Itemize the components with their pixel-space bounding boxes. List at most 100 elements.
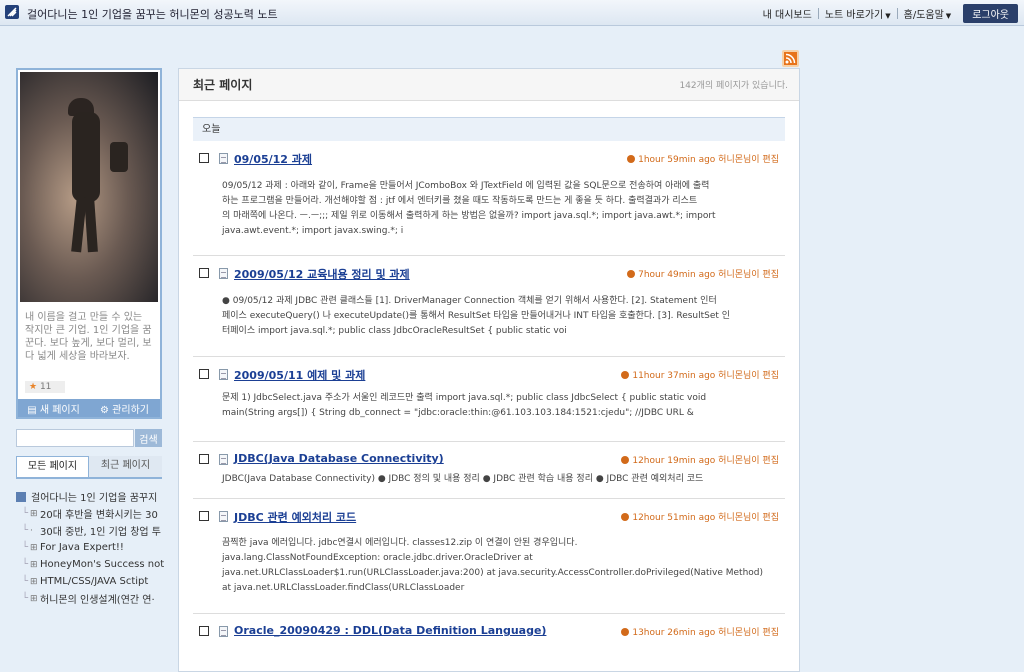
- new-page-button[interactable]: ▤ 새 페이지: [18, 401, 89, 416]
- tree-node[interactable]: └ ⊞ 허니몬의 인생설계(연간 연·: [16, 590, 166, 607]
- search-row: 검색: [16, 429, 162, 447]
- page-entry: 2009/05/12 교육내용 정리 및 과제 7hour 49min ago …: [193, 256, 785, 357]
- tab-recent-pages[interactable]: 최근 페이지: [89, 456, 162, 477]
- entry-excerpt: 끔찍한 java 에러입니다. jdbc연결시 에러입니다. classes12…: [222, 536, 777, 596]
- clock-icon: [621, 456, 630, 464]
- star-icon: ★: [29, 382, 38, 392]
- entry-checkbox[interactable]: [199, 153, 209, 163]
- expand-icon[interactable]: ⊞: [30, 560, 38, 570]
- logo-icon[interactable]: [5, 5, 19, 19]
- expand-icon[interactable]: ⊞: [30, 594, 38, 604]
- excerpt-line: at java.net.URLClassLoader.findClass(URL…: [222, 583, 465, 593]
- expand-icon[interactable]: ⊞: [30, 509, 38, 519]
- clock-icon: [621, 371, 630, 379]
- entry-excerpt: 문제 1) JdbcSelect.java 주소가 서울인 레코드만 출력 im…: [222, 391, 777, 421]
- entry-excerpt: ● 09/05/12 과제 JDBC 관련 클래스들 [1]. DriverMa…: [222, 294, 777, 339]
- entry-title-link[interactable]: 09/05/12 과제: [234, 151, 312, 167]
- entry-title-link[interactable]: JDBC(Java Database Connectivity): [234, 452, 444, 465]
- entry-title-link[interactable]: 2009/05/12 교육내용 정리 및 과제: [234, 266, 410, 282]
- home-help-menu[interactable]: 홈/도움말 ▼: [898, 6, 958, 21]
- clock-icon: [627, 270, 636, 278]
- photo-shadow: [110, 142, 128, 172]
- home-icon: [16, 491, 26, 502]
- entry-meta: 13hour 26min ago 허니몬님이 편집: [621, 625, 779, 638]
- entry-meta-text: 13hour 26min ago 허니몬님이 편집: [632, 628, 779, 638]
- entry-meta: 12hour 51min ago 허니몬님이 편집: [621, 510, 779, 523]
- entry-meta-text: 12hour 19min ago 허니몬님이 편집: [632, 456, 779, 466]
- rss-feed-icon[interactable]: [782, 50, 799, 67]
- entry-checkbox[interactable]: [199, 626, 209, 636]
- entry-excerpt: JDBC(Java Database Connectivity) ● JDBC …: [222, 472, 777, 487]
- document-icon: [219, 369, 228, 380]
- main-header: 최근 페이지 142개의 페이지가 있습니다.: [179, 69, 799, 101]
- day-header: 오늘: [193, 117, 785, 141]
- expand-icon[interactable]: ⊞: [30, 543, 38, 553]
- logout-button[interactable]: 로그아웃: [963, 4, 1018, 23]
- rating-badge[interactable]: ★ 11: [25, 381, 66, 393]
- tree-line: └: [22, 559, 29, 570]
- entry-meta-text: 11hour 37min ago 허니몬님이 편집: [632, 371, 779, 381]
- excerpt-line: 끔찍한 java 에러입니다. jdbc연결시 에러입니다. classes12…: [222, 538, 578, 548]
- tree-node[interactable]: └ · 30대 중반, 1인 기업 창업 투: [16, 522, 166, 539]
- excerpt-line: java.net.URLClassLoader$1.run(URLClassLo…: [222, 568, 764, 578]
- document-icon: [219, 268, 228, 279]
- document-icon: [219, 153, 228, 164]
- manage-button[interactable]: ⚙ 관리하기: [89, 401, 160, 416]
- tree-line: └: [22, 593, 29, 604]
- excerpt-line: main(String args[]) { String db_connect …: [222, 408, 694, 418]
- search-input[interactable]: [16, 429, 134, 447]
- entry-checkbox[interactable]: [199, 454, 209, 464]
- search-button[interactable]: 검색: [135, 429, 162, 447]
- tree-node-label: HoneyMon's Success not: [40, 559, 165, 570]
- entry-title-link[interactable]: Oracle_20090429 : DDL(Data Definition La…: [234, 624, 546, 637]
- tree-line: └: [22, 508, 29, 519]
- excerpt-line: 하는 프로그램을 만들어라. 개선해야할 점 : jtf 에서 엔터키를 쳤을 …: [222, 196, 698, 206]
- tree-node[interactable]: └ ⊞ HoneyMon's Success not: [16, 556, 166, 573]
- page-count: 142개의 페이지가 있습니다.: [679, 81, 788, 91]
- excerpt-line: java.lang.ClassNotFoundException: oracle…: [222, 553, 533, 563]
- tree-node-label: 허니몬의 인생설계(연간 연·: [40, 595, 155, 606]
- leaf-icon: ·: [30, 525, 33, 536]
- tree-root-label: 걸어다니는 1인 기업을 꿈꾸지: [31, 493, 158, 504]
- excerpt-line: 09/05/12 과제 : 아래와 같이, Frame을 만들어서 JCombo…: [222, 181, 710, 191]
- new-page-icon: ▤: [27, 404, 37, 416]
- excerpt-line: 페이스 executeQuery() 나 executeUpdate()를 통해…: [222, 311, 731, 321]
- tree-node[interactable]: └ ⊞ For Java Expert!!: [16, 539, 166, 556]
- home-help-label: 홈/도움말: [903, 10, 944, 21]
- app-title[interactable]: 걸어다니는 1인 기업을 꿈꾸는 허니몬의 성공노력 노트: [27, 6, 278, 22]
- expand-icon[interactable]: ⊞: [30, 577, 38, 587]
- note-shortcut-label: 노트 바로가기: [824, 10, 884, 21]
- excerpt-line: ● 09/05/12 과제 JDBC 관련 클래스들 [1]. DriverMa…: [222, 296, 717, 306]
- note-shortcut-menu[interactable]: 노트 바로가기 ▼: [819, 6, 897, 21]
- photo-shadow: [72, 112, 100, 202]
- gear-icon: ⚙: [100, 404, 109, 416]
- profile-bio: 내 이름을 걸고 만들 수 있는 작지만 큰 기업. 1인 기업을 꿈꾼다. 보…: [25, 312, 152, 362]
- entry-checkbox[interactable]: [199, 268, 209, 278]
- tree-line: └: [22, 542, 29, 553]
- tree-node-label: For Java Expert!!: [40, 542, 124, 553]
- tree-root[interactable]: 걸어다니는 1인 기업을 꿈꾸지: [16, 488, 166, 505]
- entry-checkbox[interactable]: [199, 369, 209, 379]
- tab-all-pages[interactable]: 모든 페이지: [16, 456, 89, 477]
- chevron-down-icon: ▼: [885, 12, 891, 20]
- tree-node-label: 20대 후반을 변화시키는 30: [40, 510, 158, 521]
- entry-checkbox[interactable]: [199, 511, 209, 521]
- entry-excerpt: 09/05/12 과제 : 아래와 같이, Frame을 만들어서 JCombo…: [222, 179, 777, 239]
- excerpt-line: 문제 1) JdbcSelect.java 주소가 서울인 레코드만 출력 im…: [222, 393, 707, 403]
- chevron-down-icon: ▼: [945, 12, 952, 20]
- page-entry: JDBC 관련 예외처리 코드 12hour 51min ago 허니몬님이 편…: [193, 499, 785, 614]
- entry-title-link[interactable]: JDBC 관련 예외처리 코드: [234, 509, 356, 525]
- page-entry: JDBC(Java Database Connectivity) 12hour …: [193, 442, 785, 499]
- dashboard-link[interactable]: 내 대시보드: [757, 6, 818, 21]
- entry-meta-text: 7hour 49min ago 허니몬님이 편집: [638, 270, 779, 280]
- page-entry: Oracle_20090429 : DDL(Data Definition La…: [193, 614, 785, 671]
- entry-meta: 11hour 37min ago 허니몬님이 편집: [621, 368, 779, 381]
- sidebar-tabs: 모든 페이지 최근 페이지: [16, 456, 162, 479]
- tree-node[interactable]: └ ⊞ HTML/CSS/JAVA Sctipt: [16, 573, 166, 590]
- tree-node[interactable]: └ ⊞ 20대 후반을 변화시키는 30: [16, 505, 166, 522]
- rating-count: 11: [39, 382, 52, 392]
- entry-title-link[interactable]: 2009/05/11 예제 및 과제: [234, 367, 365, 383]
- document-icon: [219, 511, 228, 522]
- entry-meta: 7hour 49min ago 허니몬님이 편집: [627, 267, 779, 280]
- new-page-label: 새 페이지: [39, 404, 80, 416]
